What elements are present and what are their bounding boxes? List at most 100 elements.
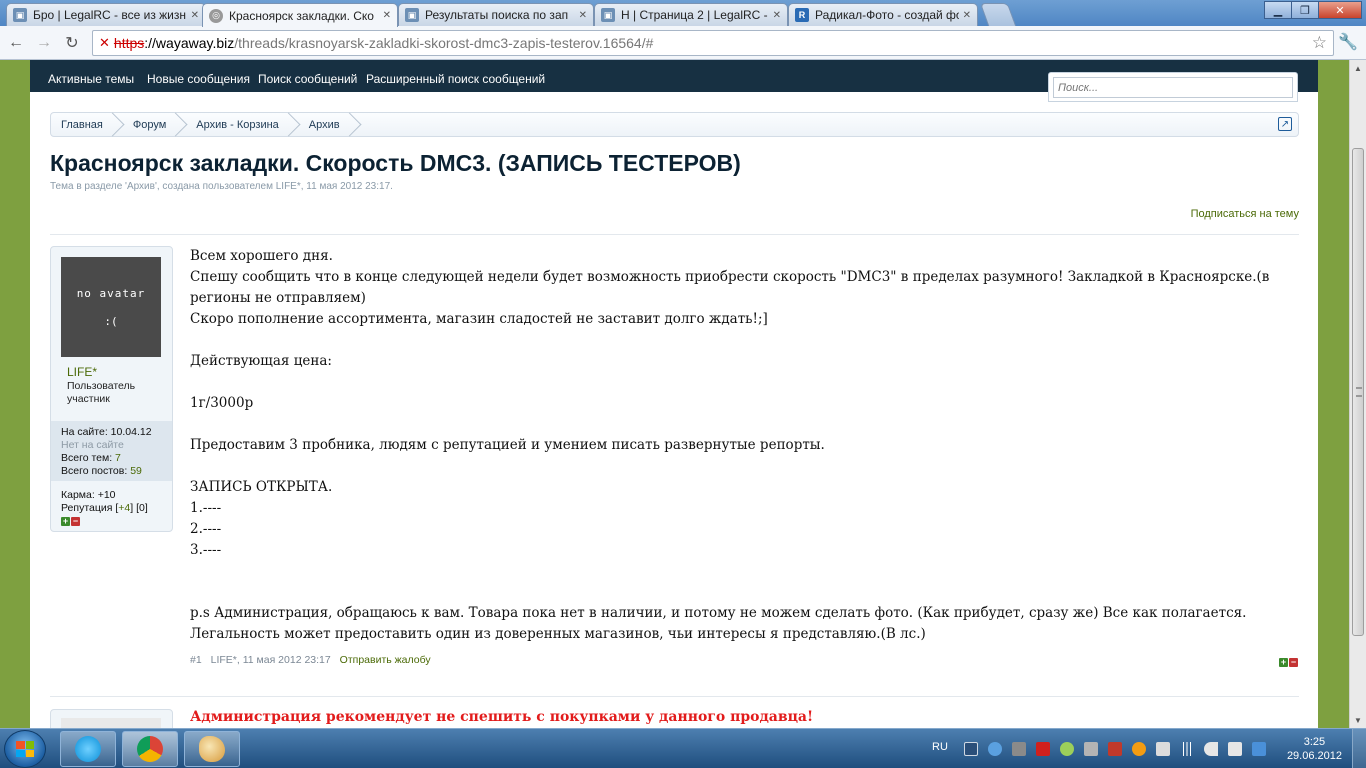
subscribe-link[interactable]: Подписаться на тему xyxy=(1191,208,1299,220)
report-link[interactable]: Отправить жалобу xyxy=(340,654,431,666)
breadcrumb-home[interactable]: Главная xyxy=(51,113,123,136)
page-favicon-icon: ▣ xyxy=(601,8,615,22)
tab-title: Красноярск закладки. Ско xyxy=(229,8,374,23)
address-bar[interactable]: ✕ https ://wayaway.biz /threads/krasnoya… xyxy=(92,30,1334,56)
clock[interactable]: 3:25 29.06.2012 xyxy=(1287,735,1342,763)
jump-menu-icon[interactable]: ↗ xyxy=(1278,117,1292,131)
reload-icon[interactable]: ↻ xyxy=(62,33,82,53)
browser-toolbar: ← → ↻ ✕ https ://wayaway.biz /threads/kr… xyxy=(0,26,1366,60)
usb-icon[interactable] xyxy=(1012,742,1026,756)
post-rating-buttons: + − xyxy=(1279,654,1299,668)
show-desktop-button[interactable] xyxy=(1352,729,1366,768)
divider xyxy=(50,696,1299,697)
scroll-thumb[interactable] xyxy=(1352,148,1364,636)
page-scrollbar[interactable]: ▲ ▼ xyxy=(1349,60,1366,728)
new-tab-button[interactable] xyxy=(979,3,1017,26)
minimize-icon[interactable]: ▁ xyxy=(1264,1,1292,19)
tab-close-icon[interactable]: ✕ xyxy=(963,10,971,21)
ati-icon[interactable] xyxy=(1036,742,1050,756)
flag-icon[interactable] xyxy=(1228,742,1242,756)
wrench-menu-icon[interactable]: 🔧 xyxy=(1338,32,1358,52)
network-icon[interactable] xyxy=(1252,742,1266,756)
message-line: Спешу сообщить что в конце следующей нед… xyxy=(190,269,1270,306)
tab-close-icon[interactable]: ✕ xyxy=(383,10,391,21)
message-line xyxy=(190,330,1280,351)
tab-radikal-foto[interactable]: R Радикал-Фото - создай фо ✕ xyxy=(788,3,978,26)
nav-active-threads[interactable]: Активные темы xyxy=(48,72,134,86)
username-link[interactable]: LIFE* xyxy=(67,365,97,379)
message-line: 3.---- xyxy=(190,542,222,558)
breadcrumb-forum[interactable]: Форум xyxy=(123,113,186,136)
stat-posts: Всего постов: 59 xyxy=(61,465,142,477)
globe-icon[interactable] xyxy=(988,742,1002,756)
stat-threads: Всего тем: 7 xyxy=(61,452,121,464)
start-button[interactable] xyxy=(4,730,46,768)
plus-icon[interactable]: + xyxy=(61,517,70,526)
close-window-icon[interactable]: ✕ xyxy=(1318,1,1362,19)
plus-icon[interactable]: + xyxy=(1279,658,1288,667)
nav-advanced-search[interactable]: Расширенный поиск сообщений xyxy=(366,72,545,86)
url-scheme: https xyxy=(113,35,145,51)
page-viewport: Активные темы Новые сообщения Поиск сооб… xyxy=(0,60,1349,728)
bookmark-star-icon[interactable]: ☆ xyxy=(1312,33,1327,53)
scroll-down-icon[interactable]: ▼ xyxy=(1350,712,1366,728)
signal-icon[interactable] xyxy=(1180,742,1194,756)
avatar[interactable]: no avatar :( xyxy=(61,257,161,357)
app-icon[interactable] xyxy=(1108,742,1122,756)
monitor-icon[interactable] xyxy=(964,742,978,756)
message-line xyxy=(190,414,1280,435)
breadcrumb-archive[interactable]: Архив xyxy=(299,113,360,136)
tab-legalrc-bro[interactable]: ▣ Бро | LegalRC - все из жизн ✕ xyxy=(6,3,206,26)
message-line: Скоро пополнение ассортимента, магазин с… xyxy=(190,311,768,327)
device-icon[interactable] xyxy=(1156,742,1170,756)
tab-close-icon[interactable]: ✕ xyxy=(579,10,587,21)
message-line: 1.---- xyxy=(190,500,222,516)
divider xyxy=(50,234,1299,235)
url-path: /threads/krasnoyarsk-zakladki-skorost-dm… xyxy=(234,35,654,51)
post-message: Всем хорошего дня. Спешу сообщить что в … xyxy=(190,246,1280,645)
taskbar-skype[interactable] xyxy=(60,731,116,767)
language-indicator[interactable]: RU xyxy=(932,741,948,753)
tab-close-icon[interactable]: ✕ xyxy=(773,10,781,21)
post-footer: #1 LIFE*, 11 мая 2012 23:17 Отправить жа… xyxy=(190,654,431,666)
minus-icon[interactable]: − xyxy=(1289,658,1298,667)
post-permalink[interactable]: #1 xyxy=(190,654,202,666)
message-line xyxy=(190,561,1280,582)
nav-new-posts[interactable]: Новые сообщения xyxy=(147,72,250,86)
maximize-icon[interactable]: ❐ xyxy=(1291,1,1319,19)
tab-legalrc-page2[interactable]: ▣ Н | Страница 2 | LegalRC - ( ✕ xyxy=(594,3,788,26)
messenger-icon[interactable] xyxy=(1060,742,1074,756)
tab-search-results[interactable]: ▣ Результаты поиска по зап ✕ xyxy=(398,3,594,26)
search-box xyxy=(1048,72,1298,102)
avatar[interactable] xyxy=(61,718,161,728)
taskbar-paint[interactable] xyxy=(184,731,240,767)
message-line: 2.---- xyxy=(190,521,222,537)
user-title: Пользователь участник xyxy=(67,380,167,406)
thread-meta: Тема в разделе 'Архив', создана пользова… xyxy=(50,181,393,192)
volume-icon[interactable] xyxy=(1204,742,1218,756)
tab-krasnoyarsk[interactable]: ◎ Красноярск закладки. Ско ✕ xyxy=(202,3,398,27)
tab-close-icon[interactable]: ✕ xyxy=(191,10,199,21)
windows-logo-icon xyxy=(16,741,34,757)
breadcrumb-archive-trash[interactable]: Архив - Корзина xyxy=(186,113,299,136)
back-arrow-icon[interactable]: ← xyxy=(6,33,26,53)
taskbar-chrome[interactable] xyxy=(122,731,178,767)
nav-search-posts[interactable]: Поиск сообщений xyxy=(258,72,357,86)
avatar-face: :( xyxy=(104,315,118,328)
page-favicon-icon: ▣ xyxy=(13,8,27,22)
forward-arrow-icon[interactable]: → xyxy=(34,33,54,53)
url-host: ://wayaway.biz xyxy=(144,35,235,51)
scroll-up-icon[interactable]: ▲ xyxy=(1350,60,1366,76)
system-tray: RU 3:25 29.06.2012 xyxy=(926,729,1366,768)
message-line xyxy=(190,372,1280,393)
updater-icon[interactable] xyxy=(1132,742,1146,756)
minus-icon[interactable]: − xyxy=(71,517,80,526)
message-line: Всем хорошего дня. xyxy=(190,248,333,264)
stat-on-site: На сайте: 10.04.12 xyxy=(61,426,152,438)
message-line xyxy=(190,582,1280,603)
radikal-logo-icon: R xyxy=(795,8,809,22)
search-input[interactable] xyxy=(1053,77,1293,98)
grip-icon xyxy=(1356,387,1362,397)
message-line xyxy=(190,456,1280,477)
drive-icon[interactable] xyxy=(1084,742,1098,756)
